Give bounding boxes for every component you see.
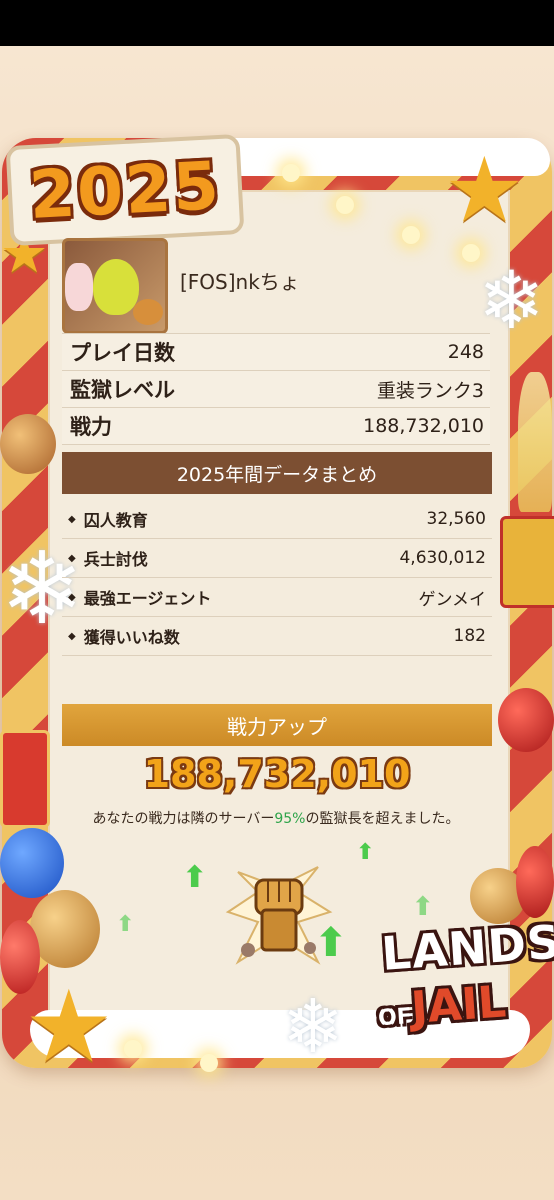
logo-text: OFJAIL [376,976,508,1036]
message-text: あなたの戦力は隣のサーバー [92,811,275,827]
avatar [62,238,168,334]
light-decoration [200,1054,218,1072]
arrow-up-icon: ⬆ [356,840,375,865]
player-name: [FOS]nkちょ [180,270,300,294]
light-decoration [282,164,300,182]
snowflake-icon: ❄ [282,984,345,1070]
stat-row-play-days: プレイ日数 248 [62,334,490,371]
lands-of-jail-logo: LANDS OFJAIL [366,914,554,1055]
power-up-header: 戦力アップ [62,704,492,746]
logo-jail-text: JAIL [409,976,508,1034]
summary-label: 兵士討伐 [83,550,148,569]
summary-label: 囚人教育 [83,511,148,530]
bird-icon [93,259,139,315]
arrow-up-icon: ⬆ [314,920,348,966]
arrow-up-icon: ⬆ [412,892,434,922]
summary-value: 182 [453,626,486,646]
light-decoration [402,226,420,244]
year-text: 2025 [27,146,223,234]
summary-value: ゲンメイ [418,589,487,610]
summary-row-prisoner-education: ◆ 囚人教育 32,560 [62,500,492,539]
bunny-icon [65,263,93,311]
stat-label: 監獄レベル [70,378,175,402]
arrow-up-icon: ⬆ [182,860,208,895]
summary-row-likes: ◆ 獲得いいね数 182 [62,617,492,656]
year-badge: 2025 [5,133,245,247]
stat-value: 248 [447,341,484,363]
star-icon: ★ [444,138,525,243]
star-icon: ★ [24,968,114,1085]
mooncake-icon [133,299,163,325]
stat-row-jail-level: 監獄レベル 重装ランク3 [62,371,490,408]
stat-label: プレイ日数 [70,341,175,365]
diamond-icon: ◆ [68,591,76,603]
stat-row-power: 戦力 188,732,010 [62,408,490,445]
ornament-icon [498,688,554,752]
ornament-icon [0,828,64,898]
diamond-icon: ◆ [68,630,76,642]
ornament-icon [30,890,100,968]
gift-icon [0,730,50,828]
message-text: の監獄長を超えました。 [305,811,460,827]
diamond-icon: ◆ [68,552,76,564]
light-decoration [124,1040,142,1058]
summary-value: 4,630,012 [399,548,486,568]
logo-text: LANDS [379,914,554,981]
percent-text: 95% [274,811,306,827]
status-bar [0,0,554,46]
summary-value: 32,560 [426,509,486,529]
summary-row-soldiers-defeated: ◆ 兵士討伐 4,630,012 [62,539,492,578]
diamond-icon: ◆ [68,513,76,525]
logo-of-text: OF [377,1003,413,1032]
summary-row-strongest-agent: ◆ 最強エージェント ゲンメイ [62,578,492,617]
ornament-icon [516,846,554,918]
summary-label: 獲得いいね数 [83,628,180,647]
power-up-message: あなたの戦力は隣のサーバー95%の監獄長を超えました。 [66,808,486,830]
light-decoration [336,196,354,214]
power-up-value: 188,732,010 [143,752,411,796]
stat-value: 188,732,010 [363,415,484,437]
summary-header: 2025年間データまとめ [62,452,492,494]
champagne-icon [518,372,552,512]
stat-value: 重装ランク3 [376,379,484,402]
stat-label: 戦力 [70,415,112,439]
arrow-up-icon: ⬆ [116,912,135,937]
ornament-icon [0,920,40,994]
ornament-icon [0,414,56,474]
summary-label: 最強エージェント [83,589,212,608]
gift-icon [500,516,554,608]
